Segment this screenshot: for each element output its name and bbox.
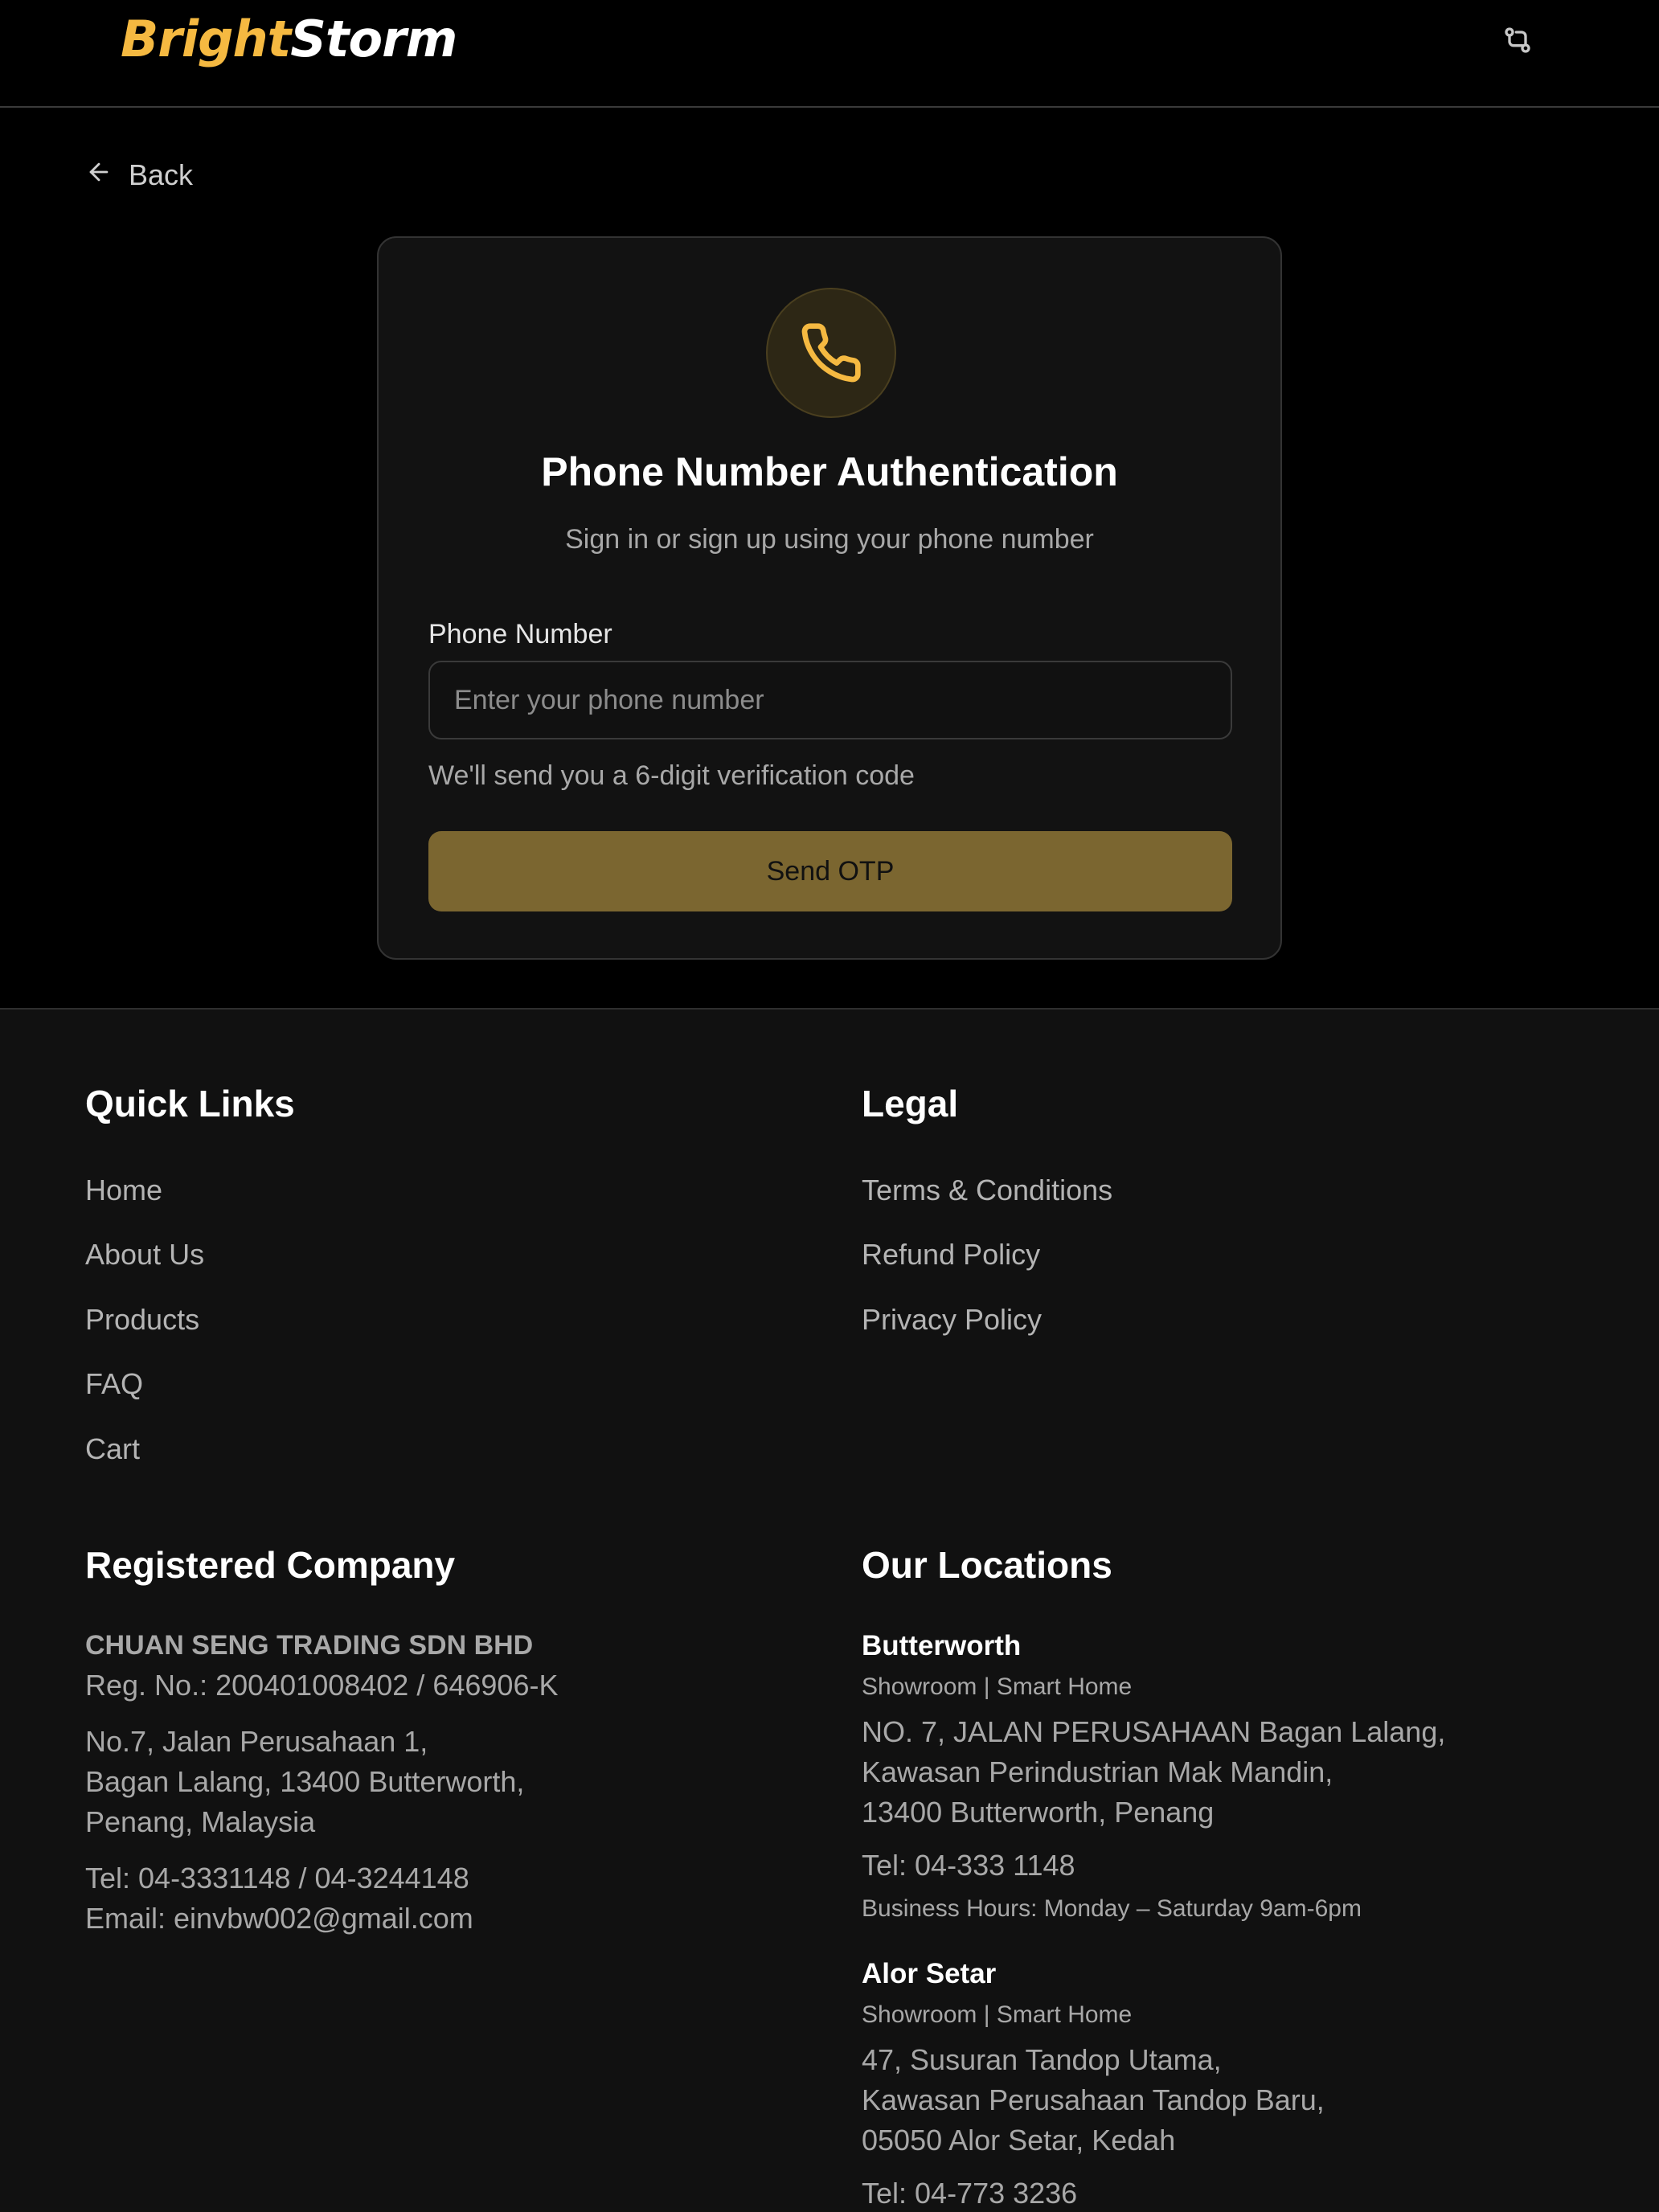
route-icon[interactable] [1500,23,1535,58]
phone-number-label: Phone Number [428,619,612,649]
location-address-line: 05050 Alor Setar, Kedah [862,2124,1176,2157]
logo-storm-text: Storm [290,10,457,68]
footer-link-faq[interactable]: FAQ [85,1367,143,1401]
back-label: Back [129,158,194,191]
location-hours: Business Hours: Monday – Saturday 9am-6p… [862,1895,1362,1922]
footer-link-privacy-policy[interactable]: Privacy Policy [862,1303,1042,1337]
location-tel: Tel: 04-773 3236 [862,2177,1078,2210]
auth-title: Phone Number Authentication [541,449,1118,494]
company-address-line: Penang, Malaysia [85,1805,316,1838]
footer-link-products[interactable]: Products [85,1303,199,1337]
footer-link-refund-policy[interactable]: Refund Policy [862,1238,1040,1272]
location-tel: Tel: 04-333 1148 [862,1849,1075,1882]
brand-logo[interactable]: BrightStorm [121,3,457,76]
arrow-left-icon [85,158,113,193]
site-header: BrightStorm [0,0,1659,108]
company-reg-no: Reg. No.: 200401008402 / 646906-K [85,1669,559,1702]
company-address-line: Bagan Lalang, 13400 Butterworth, [85,1765,525,1798]
company-address-line: No.7, Jalan Perusahaan 1, [85,1725,428,1758]
registered-company-title: Registered Company [85,1544,456,1586]
location-name: Butterworth [862,1630,1022,1661]
footer-link-home[interactable]: Home [85,1174,162,1207]
footer-link-terms[interactable]: Terms & Conditions [862,1174,1112,1207]
footer-link-about-us[interactable]: About Us [85,1238,204,1272]
company-tel: Tel: 04-3331148 / 04-3244148 [85,1862,469,1895]
our-locations-title: Our Locations [862,1544,1112,1586]
location-address-line: NO. 7, JALAN PERUSAHAAN Bagan Lalang, [862,1715,1446,1748]
send-otp-button[interactable]: Send OTP [428,831,1232,911]
back-button[interactable]: Back [85,154,193,196]
location-type: Showroom | Smart Home [862,2001,1133,2028]
location-address-line: Kawasan Perusahaan Tandop Baru, [862,2083,1325,2116]
auth-card: Phone Number Authentication Sign in or s… [377,236,1282,960]
legal-title: Legal [862,1083,959,1124]
otp-hint: We'll send you a 6-digit verification co… [428,760,915,791]
phone-icon [766,288,896,418]
page: BrightStorm Back Phone Number Authentica… [0,0,1659,2212]
company-name: CHUAN SENG TRADING SDN BHD [85,1630,534,1661]
location-address-line: 13400 Butterworth, Penang [862,1796,1215,1829]
location-name: Alor Setar [862,1958,997,1989]
logo-bright-text: Bright [121,10,291,68]
footer-link-cart[interactable]: Cart [85,1432,140,1466]
site-footer: Quick Links Home About Us Products FAQ C… [0,1008,1659,2212]
company-email: Email: einvbw002@gmail.com [85,1902,473,1935]
location-address-line: 47, Susuran Tandop Utama, [862,2043,1222,2076]
location-address-line: Kawasan Perindustrian Mak Mandin, [862,1755,1333,1788]
location-type: Showroom | Smart Home [862,1673,1133,1700]
phone-number-input[interactable] [428,661,1232,739]
auth-subtitle: Sign in or sign up using your phone numb… [565,524,1094,555]
quick-links-title: Quick Links [85,1083,295,1124]
